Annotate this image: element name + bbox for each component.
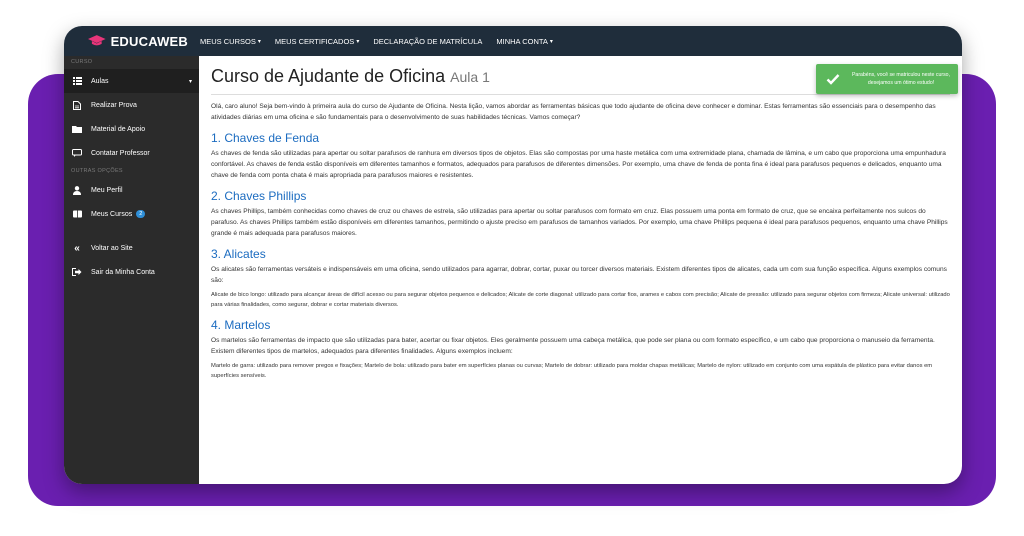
sidebar-item-material-de-apoio[interactable]: Material de Apoio [64, 117, 199, 141]
folder-icon [71, 125, 83, 133]
sidebar-item-label: Aulas [91, 77, 109, 85]
double-chevron-left-icon: « [74, 242, 80, 254]
lesson-subtitle: Aula 1 [450, 69, 490, 85]
browser-window: EDUCAWEB MEUS CURSOS ▾ MEUS CERTIFICADOS ▾… [64, 26, 962, 484]
nav-label: MINHA CONTA [496, 36, 548, 46]
sign-out-icon [71, 268, 83, 276]
nav-declaracao-de-matricula[interactable]: DECLARAÇÃO DE MATRÍCULA [373, 37, 482, 46]
top-navbar: EDUCAWEB MEUS CURSOS ▾ MEUS CERTIFICADOS ▾… [64, 26, 962, 56]
nav-label: MEUS CURSOS [200, 36, 256, 46]
chat-icon [71, 149, 83, 157]
brand-logo[interactable]: EDUCAWEB [88, 34, 188, 49]
main-content: Curso de Ajudante de Oficina Aula 1 Olá,… [199, 56, 962, 484]
section-heading: 3. Alicates [211, 247, 266, 261]
section-heading: 1. Chaves de Fenda [211, 131, 320, 145]
section-paragraph: As chaves de fenda são utilizadas para a… [211, 150, 946, 179]
document-icon [71, 100, 83, 110]
toast-message: Parabéns, você se matriculou neste curso… [851, 72, 951, 86]
graduation-cap-icon [88, 35, 106, 46]
sidebar-item-aulas[interactable]: Aulas ▾ [64, 69, 199, 93]
enrollment-success-toast[interactable]: Parabéns, você se matriculou neste curso… [816, 64, 958, 94]
sidebar-item-label: Realizar Prova [91, 101, 137, 109]
sidebar-item-voltar-ao-site[interactable]: « Voltar ao Site [64, 236, 199, 260]
sidebar-item-label: Sair da Minha Conta [91, 268, 155, 276]
nav-meus-certificados[interactable]: MEUS CERTIFICADOS ▾ [275, 37, 359, 46]
sidebar: CURSO Aulas ▾ Realizar Prova Material de… [64, 56, 199, 484]
book-icon [71, 210, 83, 218]
nav-label: DECLARAÇÃO DE MATRÍCULA [373, 36, 483, 46]
caret-down-icon: ▾ [549, 38, 553, 45]
list-icon [71, 77, 83, 85]
sidebar-item-label: Voltar ao Site [91, 244, 133, 252]
sidebar-divider [64, 226, 199, 236]
sidebar-item-label: Meus Cursos [91, 210, 133, 218]
title-divider [211, 94, 950, 95]
section-heading: 2. Chaves Phillips [211, 189, 307, 203]
sidebar-section-curso: CURSO [71, 59, 93, 65]
user-icon [71, 185, 83, 195]
sidebar-item-meu-perfil[interactable]: Meu Perfil [64, 178, 199, 202]
sidebar-item-label: Contatar Professor [91, 149, 150, 157]
check-icon [826, 74, 840, 85]
nav-meus-cursos[interactable]: MEUS CURSOS ▾ [200, 37, 261, 46]
sidebar-item-contatar-professor[interactable]: Contatar Professor [64, 141, 199, 165]
caret-down-icon: ▾ [257, 38, 261, 45]
sidebar-section-outras-opcoes: OUTRAS OPÇÕES [71, 168, 123, 174]
section-detail: Martelo de garra: utilizado para remover… [211, 363, 933, 379]
course-title: Curso de Ajudante de Oficina [211, 66, 446, 86]
section-paragraph: Os alicates são ferramentas versáteis e … [211, 266, 947, 284]
main-nav: MEUS CURSOS ▾ MEUS CERTIFICADOS ▾ DECLARAÇ… [200, 37, 567, 46]
sidebar-item-label: Material de Apoio [91, 125, 146, 133]
sidebar-item-meus-cursos[interactable]: Meus Cursos 2 [64, 202, 199, 226]
sidebar-item-sair-da-minha-conta[interactable]: Sair da Minha Conta [64, 260, 199, 284]
sidebar-item-label: Meu Perfil [91, 186, 123, 194]
sidebar-item-realizar-prova[interactable]: Realizar Prova [64, 93, 199, 117]
section-heading: 4. Martelos [211, 318, 271, 332]
section-paragraph: As chaves Phillips, também conhecidas co… [211, 208, 948, 237]
caret-down-icon: ▾ [188, 78, 192, 85]
nav-label: MEUS CERTIFICADOS [274, 36, 355, 46]
nav-minha-conta[interactable]: MINHA CONTA ▾ [496, 37, 553, 46]
brand-name: EDUCAWEB [110, 33, 188, 49]
section-paragraph: Os martelos são ferramentas de impacto q… [211, 337, 935, 355]
caret-down-icon: ▾ [356, 38, 360, 45]
courses-count-badge: 2 [136, 210, 146, 218]
intro-paragraph: Olá, caro aluno! Seja bem-vindo à primei… [211, 103, 936, 121]
section-detail: Alicate de bico longo: utilizado para al… [211, 292, 950, 308]
